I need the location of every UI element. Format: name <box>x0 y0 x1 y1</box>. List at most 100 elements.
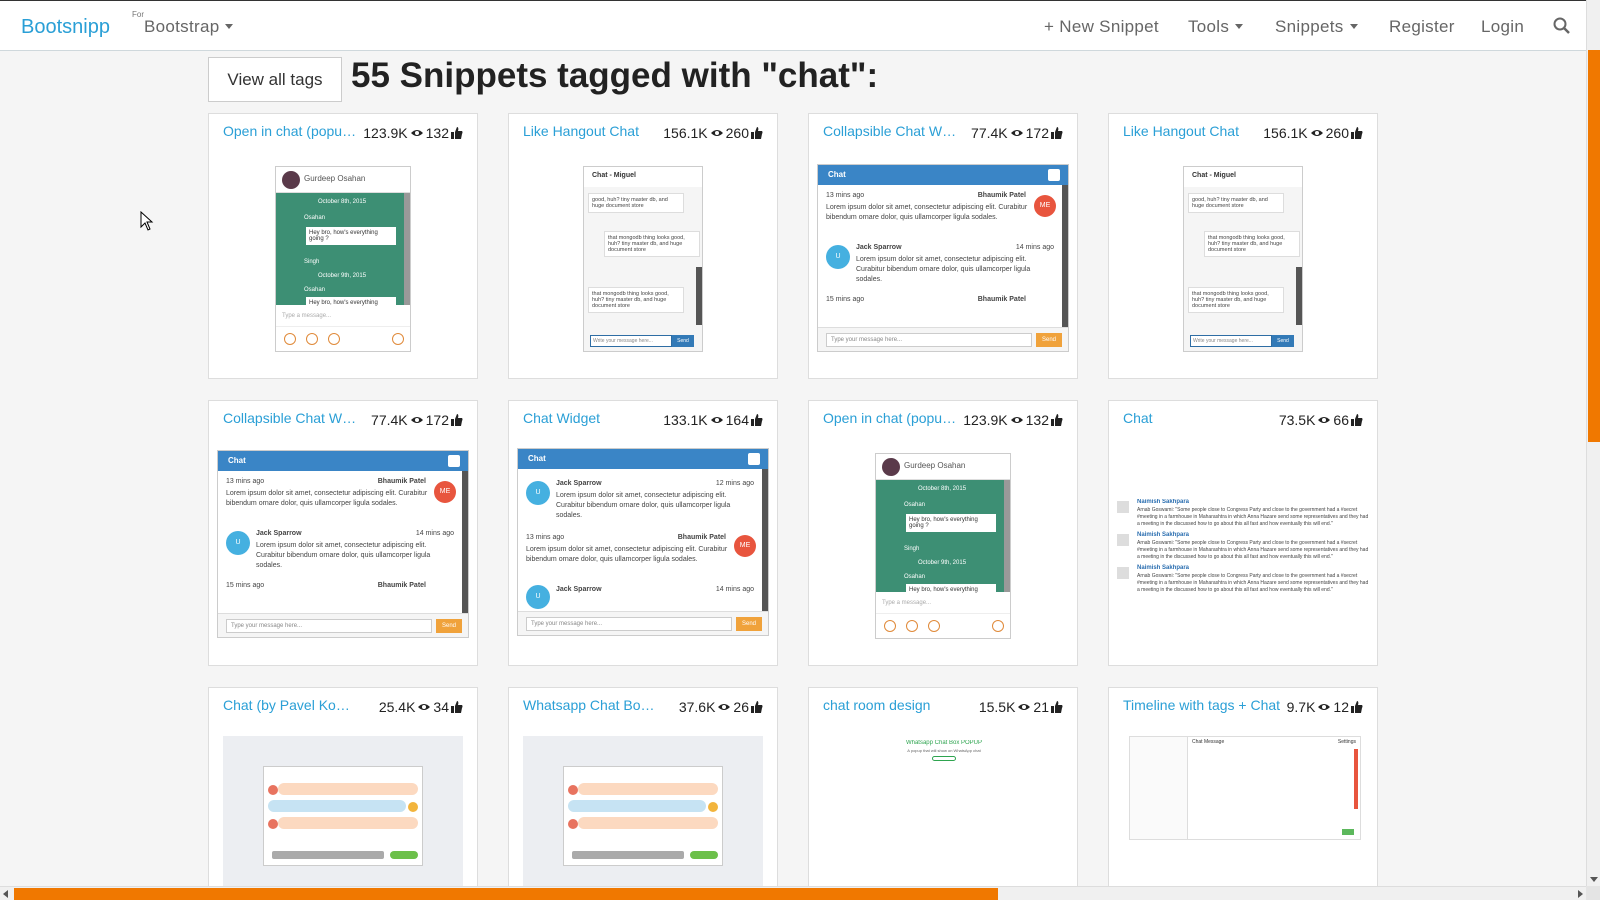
preview-header: Chat - Miguel <box>1184 167 1302 187</box>
vertical-scrollbar[interactable] <box>1586 0 1600 886</box>
view-count: 77.4K <box>371 412 408 428</box>
snippet-preview[interactable]: Chat 13 mins ago Bhaumik Patel Lorem ipsu… <box>817 164 1069 352</box>
horizontal-scrollbar[interactable] <box>0 886 1586 900</box>
snippet-card[interactable]: Open in chat (popup... 123.9K 132 Gurdeep… <box>208 113 478 379</box>
like-count: 164 <box>725 412 749 428</box>
scrollbar-thumb[interactable] <box>1588 50 1600 442</box>
snippet-preview[interactable]: Chat - Miguel good, huh? tiny master db,… <box>1183 166 1303 352</box>
login-link[interactable]: Login <box>1481 17 1524 37</box>
snippet-preview[interactable]: Chat Message Settings <box>1129 736 1361 840</box>
scroll-down-arrow-icon[interactable] <box>1590 877 1598 882</box>
preview-bubble: Hey bro, how's everything <box>306 297 396 309</box>
camera-icon <box>906 620 918 632</box>
snippet-title[interactable]: Timeline with tags + Chat <box>1123 697 1283 713</box>
preview-message: that mongodb thing looks good, huh? tiny… <box>588 287 684 313</box>
snippet-stats: 123.9K 132 <box>363 125 463 141</box>
preview-message: that mongodb thing looks good, huh? tiny… <box>604 231 700 257</box>
preview-time: 12 mins ago <box>715 480 754 487</box>
thumbs-up-icon <box>751 414 763 426</box>
snippet-card[interactable]: Chat (by Pavel Komiag... 25.4K 34 <box>208 687 478 897</box>
view-count: 25.4K <box>378 699 416 715</box>
snippet-preview[interactable]: Gurdeep Osahan October 8th, 2015 Osahan … <box>875 453 1011 639</box>
preview-bubble: Hey bro, how's everything going ? <box>906 514 996 532</box>
preview-message: good, huh? tiny master db, and huge docu… <box>588 193 684 213</box>
chevron-down-icon <box>748 453 760 465</box>
preview-name: Gurdeep Osahan <box>904 461 966 470</box>
preview-scrollbar <box>1354 749 1358 809</box>
thumbs-up-icon <box>1351 701 1363 713</box>
snippet-preview[interactable]: Chat 13 mins ago Bhaumik Patel Lorem ipsu… <box>217 450 469 638</box>
send-button <box>690 851 718 859</box>
like-count: 172 <box>1025 125 1049 141</box>
snippet-preview[interactable]: Whatsapp Chat Box POPUP A popup that wil… <box>849 740 1039 800</box>
snippets-dropdown[interactable]: Snippets <box>1275 17 1358 37</box>
tools-dropdown[interactable]: Tools <box>1188 17 1244 37</box>
snippet-title[interactable]: chat room design <box>823 697 959 713</box>
like-count: 172 <box>425 412 449 428</box>
snippet-preview[interactable] <box>223 736 463 886</box>
snippet-title[interactable]: Chat Widget <box>523 410 659 426</box>
avatar <box>268 785 278 795</box>
chat-bubble <box>278 817 418 829</box>
view-all-tags-button[interactable]: View all tags <box>208 57 342 102</box>
snippet-title[interactable]: Chat (by Pavel Komiag... <box>223 697 359 713</box>
camera-icon <box>306 333 318 345</box>
snippet-stats: 25.4K 34 <box>379 699 463 715</box>
snippet-stats: 9.7K 12 <box>1287 699 1363 715</box>
send-button <box>390 851 418 859</box>
preview-scrollbar <box>1004 480 1010 592</box>
preview-name: Bhaumik Patel <box>977 192 1026 199</box>
snippet-card[interactable]: Open in chat (popup... 123.9K 132 Gurdeep… <box>808 400 1078 666</box>
snippet-preview[interactable] <box>523 736 763 886</box>
clip-icon <box>928 620 940 632</box>
preview-input: Write your message here... <box>590 335 672 347</box>
snippet-title[interactable]: Chat <box>1123 410 1259 426</box>
eye-icon <box>1010 417 1023 423</box>
snippet-title[interactable]: Open in chat (popup... <box>823 410 959 426</box>
snippet-card[interactable]: chat room design 15.5K 21 Whatsapp Chat B… <box>808 687 1078 897</box>
snippet-title[interactable]: Like Hangout Chat <box>523 123 659 139</box>
thumbs-up-icon <box>451 414 463 426</box>
preview-message: Lorem ipsum dolor sit amet, consectetur … <box>826 204 1028 221</box>
snippet-preview[interactable]: Gurdeep Osahan October 8th, 2015 Osahan … <box>275 166 411 352</box>
framework-dropdown[interactable]: Bootstrap <box>144 17 234 37</box>
scrollbar-thumb[interactable] <box>14 888 998 900</box>
thumbs-up-icon <box>1051 127 1063 139</box>
brand-logo[interactable]: Bootsnipp <box>21 16 110 39</box>
search-icon[interactable] <box>1553 17 1571 35</box>
snippet-card[interactable]: Collapsible Chat Wid... 77.4K 172 Chat 13… <box>808 113 1078 379</box>
new-snippet-link[interactable]: + New Snippet <box>1044 17 1159 37</box>
scroll-left-arrow-icon[interactable] <box>3 890 8 898</box>
snippet-title[interactable]: Like Hangout Chat <box>1123 123 1259 139</box>
preview-name: Bhaumik Patel <box>977 296 1026 303</box>
snippet-card[interactable]: Like Hangout Chat 156.1K 260 Chat - Migue… <box>1108 113 1378 379</box>
preview-input: Type your message here... <box>826 333 1032 347</box>
like-count: 12 <box>1333 699 1349 715</box>
preview-body: October 8th, 2015 Osahan Hey bro, how's … <box>276 193 404 309</box>
preview-message: Lorem ipsum dolor sit amet, consectetur … <box>256 542 431 569</box>
snippet-preview[interactable]: Chat - Miguel good, huh? tiny master db,… <box>583 166 703 352</box>
me-badge: ME <box>1034 195 1056 217</box>
preview-message: Lorem ipsum dolor sit amet, consectetur … <box>226 490 428 507</box>
snippet-preview[interactable]: Chat U Jack Sparrow 12 mins ago Lorem ips… <box>517 448 769 636</box>
avatar <box>708 802 718 812</box>
snippet-card[interactable]: Whatsapp Chat Box P... 37.6K 26 <box>508 687 778 897</box>
snippet-title[interactable]: Collapsible Chat Wid... <box>223 410 359 426</box>
preview-footer: Type your message here... Send <box>218 613 468 637</box>
snippet-title[interactable]: Open in chat (popup... <box>223 123 359 139</box>
snippet-card[interactable]: Collapsible Chat Wid... 77.4K 172 Chat 13… <box>208 400 478 666</box>
preview-send: Send <box>736 617 762 631</box>
scroll-right-arrow-icon[interactable] <box>1578 890 1583 898</box>
like-count: 132 <box>425 125 449 141</box>
snippet-title[interactable]: Whatsapp Chat Box P... <box>523 697 659 713</box>
preview-input: Write your message here... <box>1190 335 1272 347</box>
snippet-card[interactable]: Like Hangout Chat 156.1K 260 Chat - Migue… <box>508 113 778 379</box>
snippet-card[interactable]: Chat Widget 133.1K 164 Chat U Jack Sparro… <box>508 400 778 666</box>
snippet-preview[interactable]: Naimish Sakhpara Arnab Goswami: "Some peo… <box>1117 499 1369 599</box>
register-link[interactable]: Register <box>1389 17 1455 37</box>
snippet-stats: 37.6K 26 <box>679 699 763 715</box>
preview-name: Jack Sparrow <box>856 244 902 251</box>
snippet-title[interactable]: Collapsible Chat Wid... <box>823 123 959 139</box>
snippet-card[interactable]: Timeline with tags + Chat 9.7K 12 Chat Me… <box>1108 687 1378 897</box>
snippet-card[interactable]: Chat 73.5K 66 Naimish Sakhpara Arnab Goswa… <box>1108 400 1378 666</box>
